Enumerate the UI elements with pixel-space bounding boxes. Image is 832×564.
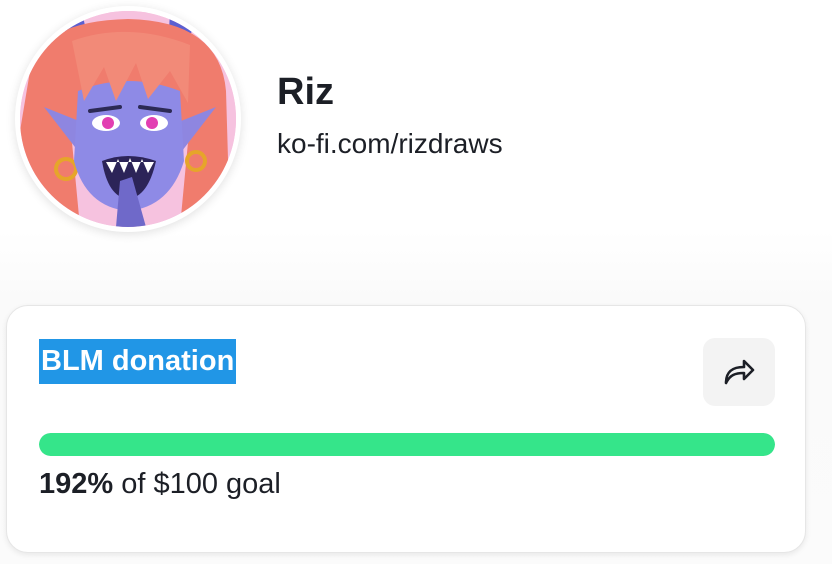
share-button[interactable]: [703, 338, 775, 406]
goal-target: of $100 goal: [113, 468, 281, 500]
profile-name: Riz: [277, 71, 334, 113]
avatar-illustration: [20, 11, 236, 227]
goal-percent: 192%: [39, 468, 114, 500]
share-arrow-icon: [724, 359, 755, 385]
profile-url[interactable]: ko-fi.com/rizdraws: [277, 126, 503, 162]
goal-title: BLM donation: [39, 339, 237, 384]
progress-bar: [39, 433, 775, 456]
progress-fill: [39, 433, 775, 456]
page: Riz ko-fi.com/rizdraws BLM donation 192%…: [0, 0, 832, 564]
goal-summary: 192% of $100 goal: [39, 464, 281, 504]
avatar[interactable]: [20, 11, 236, 227]
goal-card: BLM donation 192% of $100 goal: [6, 305, 806, 553]
